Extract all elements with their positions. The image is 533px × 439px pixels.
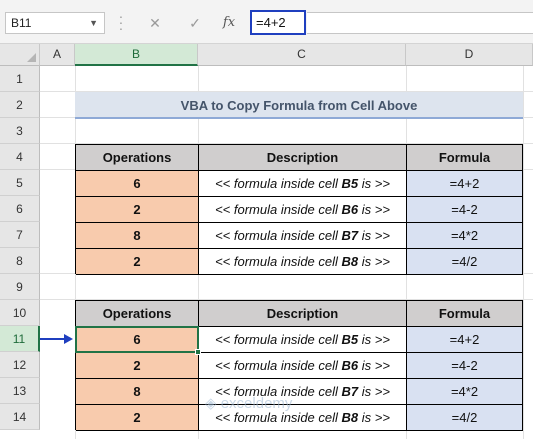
formula-bar: B11 ▼ · · · ✕ ✓ fx =4+2 bbox=[0, 0, 533, 44]
table2-header-description[interactable]: Description bbox=[199, 301, 407, 327]
row-header-1[interactable]: 1 bbox=[0, 66, 40, 92]
table1-description-cell[interactable]: << formula inside cell B7 is >> bbox=[199, 223, 407, 249]
formula-input[interactable]: =4+2 bbox=[250, 10, 306, 35]
row-header-11[interactable]: 11 bbox=[0, 326, 40, 352]
active-cell-selection[interactable] bbox=[75, 326, 199, 353]
table2-operation-cell[interactable]: 8 bbox=[76, 379, 199, 405]
table2-operation-cell[interactable]: 2 bbox=[76, 405, 199, 431]
table1-description-cell[interactable]: << formula inside cell B5 is >> bbox=[199, 171, 407, 197]
formula-input-area[interactable] bbox=[307, 12, 533, 34]
table1-operation-cell[interactable]: 8 bbox=[76, 223, 199, 249]
gridline bbox=[523, 66, 524, 439]
table2-operation-cell[interactable]: 2 bbox=[76, 353, 199, 379]
row-header-4[interactable]: 4 bbox=[0, 144, 40, 170]
row-header-6[interactable]: 6 bbox=[0, 196, 40, 222]
column-header-d[interactable]: D bbox=[406, 44, 533, 66]
operations-table-1: Operations Description Formula 6 << form… bbox=[75, 144, 523, 275]
table1-header-operations[interactable]: Operations bbox=[76, 145, 199, 171]
insert-function-icon[interactable]: fx bbox=[216, 12, 242, 34]
table2-formula-cell[interactable]: =4+2 bbox=[407, 327, 523, 353]
row-header-12[interactable]: 12 bbox=[0, 352, 40, 378]
logo-icon: ◈ bbox=[205, 395, 221, 412]
table1-header-formula[interactable]: Formula bbox=[407, 145, 523, 171]
sheet-title: VBA to Copy Formula from Cell Above bbox=[75, 92, 523, 119]
cancel-icon[interactable]: ✕ bbox=[140, 12, 170, 34]
row-header-9[interactable]: 9 bbox=[0, 274, 40, 300]
row-header-5[interactable]: 5 bbox=[0, 170, 40, 196]
column-header-b[interactable]: B bbox=[75, 44, 198, 66]
table1-formula-cell[interactable]: =4+2 bbox=[407, 171, 523, 197]
table1-operation-cell[interactable]: 6 bbox=[76, 171, 199, 197]
row-header-2[interactable]: 2 bbox=[0, 92, 40, 118]
row-header-8[interactable]: 8 bbox=[0, 248, 40, 274]
table2-description-cell[interactable]: << formula inside cell B6 is >> bbox=[199, 353, 407, 379]
name-box[interactable]: B11 ▼ bbox=[5, 12, 105, 34]
table1-operation-cell[interactable]: 2 bbox=[76, 197, 199, 223]
arrow-right-icon bbox=[40, 334, 73, 344]
table2-formula-cell[interactable]: =4/2 bbox=[407, 405, 523, 431]
column-header-c[interactable]: C bbox=[198, 44, 406, 66]
row-header-3[interactable]: 3 bbox=[0, 118, 40, 144]
watermark: ◈ exceldemy bbox=[205, 395, 293, 412]
table2-header-operations[interactable]: Operations bbox=[76, 301, 199, 327]
column-header-a[interactable]: A bbox=[40, 44, 75, 66]
table2-description-cell[interactable]: << formula inside cell B5 is >> bbox=[199, 327, 407, 353]
table1-operation-cell[interactable]: 2 bbox=[76, 249, 199, 275]
table2-formula-cell[interactable]: =4-2 bbox=[407, 353, 523, 379]
table1-header-description[interactable]: Description bbox=[199, 145, 407, 171]
row-header-14[interactable]: 14 bbox=[0, 404, 40, 430]
row-header-13[interactable]: 13 bbox=[0, 378, 40, 404]
table1-formula-cell[interactable]: =4/2 bbox=[407, 249, 523, 275]
table2-header-formula[interactable]: Formula bbox=[407, 301, 523, 327]
chevron-down-icon[interactable]: ▼ bbox=[89, 13, 98, 33]
fill-handle[interactable] bbox=[195, 349, 201, 355]
row-header-10[interactable]: 10 bbox=[0, 300, 40, 326]
table2-formula-cell[interactable]: =4*2 bbox=[407, 379, 523, 405]
table1-formula-cell[interactable]: =4-2 bbox=[407, 197, 523, 223]
separator-grip-icon: · · · bbox=[118, 8, 124, 36]
table1-description-cell[interactable]: << formula inside cell B6 is >> bbox=[199, 197, 407, 223]
select-all-corner[interactable] bbox=[0, 44, 40, 66]
enter-icon[interactable]: ✓ bbox=[180, 12, 210, 34]
name-box-value: B11 bbox=[11, 16, 32, 30]
row-header-7[interactable]: 7 bbox=[0, 222, 40, 248]
table1-formula-cell[interactable]: =4*2 bbox=[407, 223, 523, 249]
table1-description-cell[interactable]: << formula inside cell B8 is >> bbox=[199, 249, 407, 275]
